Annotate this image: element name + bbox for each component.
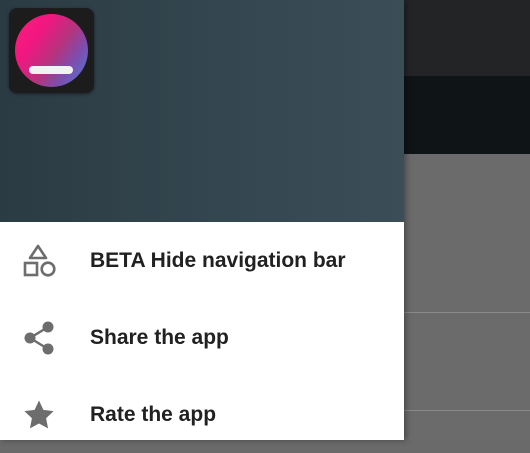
logo-navbar-symbol	[29, 66, 73, 74]
menu-item-rate-app[interactable]: Rate the app	[0, 376, 404, 453]
app-logo	[9, 8, 94, 93]
menu-item-share-app[interactable]: Share the app	[0, 299, 404, 376]
navigation-drawer: BETA Hide navigation bar Share the app R…	[0, 0, 404, 440]
shapes-icon	[20, 242, 58, 280]
share-icon	[20, 319, 58, 357]
menu-item-label: Rate the app	[90, 402, 217, 426]
drawer-header	[0, 0, 404, 222]
background-divider	[404, 312, 530, 313]
background-divider	[404, 410, 530, 411]
logo-gradient-circle	[15, 14, 88, 87]
star-icon	[20, 396, 58, 434]
menu-item-hide-navigation-bar[interactable]: BETA Hide navigation bar	[0, 222, 404, 299]
menu-item-label: Share the app	[90, 325, 229, 349]
drawer-menu: BETA Hide navigation bar Share the app R…	[0, 222, 404, 453]
menu-item-label: BETA Hide navigation bar	[90, 248, 346, 272]
